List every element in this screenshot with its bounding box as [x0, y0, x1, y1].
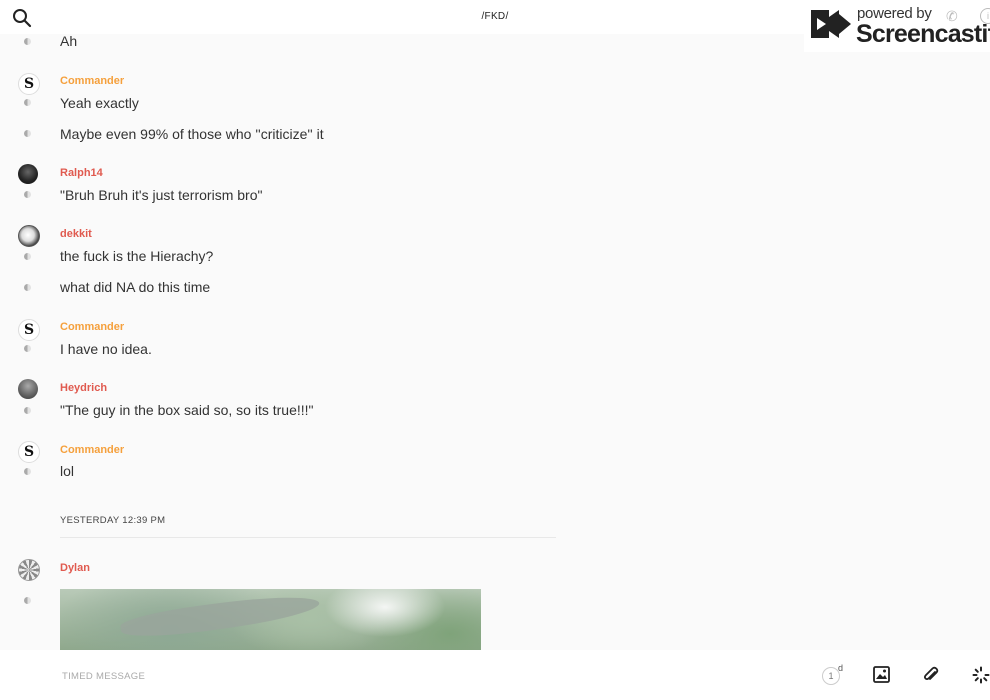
message-list[interactable]: Ah S Commander Yeah exactly Maybe even 9… — [0, 0, 990, 650]
sender-name[interactable]: Commander — [60, 444, 124, 456]
read-status-icon — [24, 597, 31, 604]
message-text: Yeah exactly — [60, 95, 139, 111]
paperclip-icon[interactable] — [922, 666, 940, 684]
read-status-icon — [24, 130, 31, 137]
avatar-commander[interactable]: S — [18, 319, 40, 341]
read-status-icon — [24, 345, 31, 352]
timer-button[interactable]: 1 d — [822, 663, 844, 685]
read-status-icon — [24, 253, 31, 260]
read-status-icon — [24, 191, 31, 198]
message-text: Maybe even 99% of those who ''criticize'… — [60, 126, 324, 142]
brand-name: Screencastify — [856, 20, 990, 48]
image-content — [119, 589, 321, 643]
message-text: "The guy in the box said so, so its true… — [60, 402, 314, 418]
phone-icon[interactable]: ✆ — [946, 8, 958, 25]
avatar-commander[interactable]: S — [18, 441, 40, 463]
spinner-icon[interactable] — [972, 666, 990, 684]
avatar-dylan[interactable] — [18, 559, 40, 581]
message-text: lol — [60, 463, 75, 479]
screencastify-watermark: powered by Screencastify ✆ i — [804, 2, 990, 52]
sender-name[interactable]: Commander — [60, 75, 124, 87]
read-status-icon — [24, 38, 31, 45]
image-icon[interactable] — [873, 666, 891, 684]
sender-name[interactable]: Dylan — [60, 562, 90, 574]
read-status-icon — [24, 407, 31, 414]
message-text: "Bruh Bruh it's just terrorism bro" — [60, 187, 263, 203]
sender-name[interactable]: dekkit — [60, 228, 92, 240]
separator-line — [60, 537, 556, 538]
message-text: Ah — [60, 33, 78, 49]
avatar-heydrich[interactable] — [18, 379, 38, 399]
message-input[interactable] — [60, 664, 664, 688]
composer-bar: 1 d — [0, 650, 990, 700]
image-attachment[interactable] — [60, 589, 481, 650]
read-status-icon — [24, 468, 31, 475]
message-text: I have no idea. — [60, 341, 152, 357]
avatar-dekkit[interactable] — [18, 225, 40, 247]
sender-name[interactable]: Heydrich — [60, 382, 107, 394]
message-text: what did NA do this time — [60, 279, 211, 295]
read-status-icon — [24, 284, 31, 291]
read-status-icon — [24, 99, 31, 106]
sender-name[interactable]: Ralph14 — [60, 167, 103, 179]
avatar-ralph14[interactable] — [18, 164, 38, 184]
screencastify-logo-icon — [809, 6, 853, 47]
day-separator: YESTERDAY 12:39 PM — [60, 515, 166, 526]
sender-name[interactable]: Commander — [60, 321, 124, 333]
timer-unit: d — [838, 663, 844, 673]
avatar-commander[interactable]: S — [18, 73, 40, 95]
info-icon[interactable]: i — [980, 8, 990, 24]
message-text: the fuck is the Hierachy? — [60, 248, 214, 264]
